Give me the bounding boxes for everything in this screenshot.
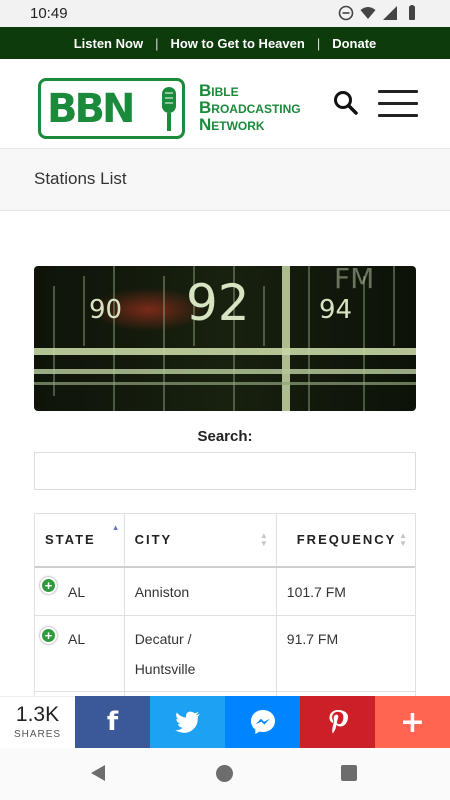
pinterest-icon [329,710,348,734]
share-bar: 1.3K SHARES f + [0,696,450,748]
status-time: 10:49 [30,5,68,22]
back-icon[interactable] [91,765,105,781]
state-cell: + AL [35,616,125,691]
city-cell: Anniston [125,568,277,615]
nav-link-how-to-get-to-heaven[interactable]: How to Get to Heaven [170,36,304,51]
recent-apps-icon[interactable] [341,765,357,781]
frequency-value: 101.7 FM [286,584,346,600]
logo-line-broadcasting: Broadcasting [199,98,301,117]
facebook-share-button[interactable]: f [75,696,150,748]
nav-separator: | [316,35,321,51]
home-icon[interactable] [216,765,233,782]
column-header-label: STATE [45,532,96,547]
bbn-logo[interactable]: BBN [38,78,185,139]
status-icons [338,5,420,21]
dial-label-92: 92 [186,274,250,332]
system-nav-bar [0,748,450,800]
city-value: Decatur / [134,631,192,647]
table-header-row: STATE ▲ CITY ▲ ▼ FREQUENCY ▲ ▼ [35,514,415,568]
pinterest-share-button[interactable] [300,696,375,748]
search-input[interactable] [34,452,416,490]
sort-ascending-icon: ▲ [111,523,120,532]
dial-label-90: 90 [89,295,122,325]
site-header: BBN Bible Broadcasting Network [0,59,450,149]
column-header-frequency[interactable]: FREQUENCY ▲ ▼ [277,514,415,566]
nav-separator: | [155,35,159,51]
state-cell: + AL [35,568,125,615]
hamburger-menu-icon[interactable] [378,90,418,118]
logo-line-bible: Bible [199,81,239,100]
more-share-button[interactable]: + [375,696,450,748]
logo-text[interactable]: Bible Broadcasting Network [199,82,301,133]
frequency-value: 91.7 FM [286,631,339,647]
city-cell: Decatur / Huntsville [125,616,277,691]
column-header-state[interactable]: STATE ▲ [35,514,125,566]
logo-letters: BBN [47,86,135,132]
microphone-icon [162,87,176,131]
logo-line-network: Network [199,115,265,134]
status-bar: 10:49 [0,0,450,27]
table-row[interactable]: + AL Decatur / Huntsville 91.7 FM [35,616,415,692]
expand-row-icon[interactable]: + [40,627,57,644]
state-value: AL [68,631,86,647]
state-value: AL [68,584,86,600]
nav-link-listen-now[interactable]: Listen Now [74,36,143,51]
dial-label-94: 94 [319,295,352,325]
dial-band-label: FM [334,266,374,295]
page-title: Stations List [34,169,127,188]
nav-link-donate[interactable]: Donate [332,36,376,51]
page-title-bar: Stations List [0,149,450,211]
city-value: Anniston [134,584,190,600]
signal-icon [383,6,397,20]
column-header-label: FREQUENCY [296,532,397,547]
wifi-icon [360,7,376,19]
do-not-disturb-icon [338,5,354,21]
twitter-share-button[interactable] [150,696,225,748]
share-count: 1.3K SHARES [0,696,75,748]
twitter-icon [174,711,200,733]
share-count-label: SHARES [13,729,62,740]
share-count-value: 1.3K [15,703,60,726]
plus-icon: + [399,704,426,740]
frequency-cell: 91.7 FM [277,616,415,691]
column-header-city[interactable]: CITY ▲ ▼ [125,514,277,566]
facebook-icon: f [106,707,119,737]
expand-row-icon[interactable]: + [40,577,57,594]
battery-icon [409,5,415,20]
messenger-share-button[interactable] [225,696,300,748]
table-row[interactable]: + AL Anniston 101.7 FM [35,568,415,616]
frequency-cell: 101.7 FM [277,568,415,615]
top-nav: Listen Now | How to Get to Heaven | Dona… [0,27,450,59]
radio-dial-banner: 90 92 94 FM [34,266,416,411]
search-label: Search: [197,428,253,445]
sort-icon: ▲ ▼ [399,531,407,548]
messenger-icon [250,710,275,734]
search-icon[interactable] [333,90,359,116]
sort-icon: ▲ ▼ [259,531,268,548]
city-value-line2: Huntsville [134,661,196,677]
radio-dial-image: 90 92 94 FM [34,266,416,411]
column-header-label: CITY [134,532,173,547]
